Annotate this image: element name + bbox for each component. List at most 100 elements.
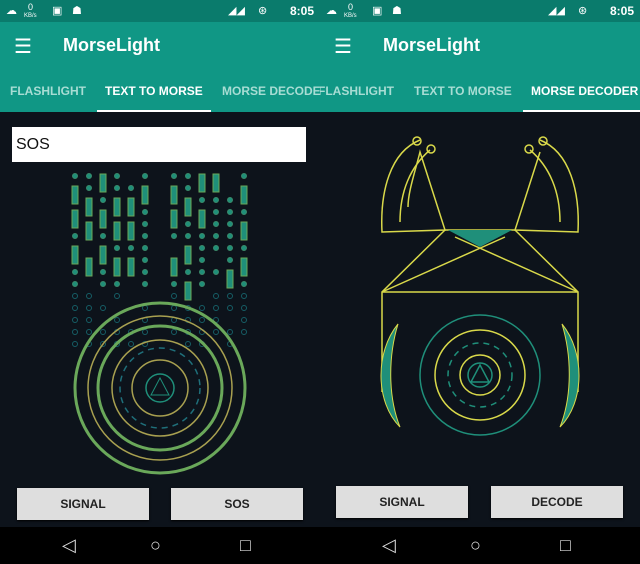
morse-dot bbox=[199, 317, 205, 323]
morse-dot bbox=[114, 185, 120, 191]
morse-dot bbox=[227, 293, 233, 299]
morse-dot bbox=[100, 233, 106, 239]
tab-morse-decoder[interactable]: MORSE DECODER bbox=[222, 84, 320, 98]
app-title: MorseLight bbox=[383, 35, 480, 55]
morse-dot bbox=[213, 221, 219, 227]
hamburger-icon[interactable]: ☰ bbox=[14, 34, 32, 59]
morse-dash bbox=[170, 185, 178, 205]
morse-dot bbox=[241, 293, 247, 299]
ring bbox=[131, 359, 189, 417]
morse-dash bbox=[85, 197, 93, 217]
morse-animation bbox=[71, 173, 248, 475]
morse-dash bbox=[113, 197, 121, 217]
morse-dot bbox=[86, 317, 92, 323]
morse-dash bbox=[85, 221, 93, 241]
morse-dash bbox=[184, 281, 192, 301]
screen-morse-decoder: ☁ 0 KB/s ▣ ☗ ◢◢ ⊛ 8:05 ☰ MorseLight FLAS… bbox=[320, 0, 640, 564]
ring bbox=[111, 339, 209, 437]
status-bar: ☁ 0 KB/s ▣ ☗ ◢◢ ⊛ 8:05 bbox=[320, 0, 640, 22]
morse-dash bbox=[113, 221, 121, 241]
decoder-animation bbox=[380, 136, 580, 436]
speed-indicator: 0 bbox=[28, 2, 34, 12]
text-input[interactable] bbox=[12, 127, 306, 162]
morse-dash bbox=[141, 185, 149, 205]
morse-dot bbox=[142, 305, 148, 311]
left-arm bbox=[381, 139, 447, 233]
morse-dash bbox=[85, 257, 93, 277]
signal-button[interactable]: SIGNAL bbox=[17, 488, 149, 520]
morse-dash bbox=[113, 257, 121, 277]
right-arm bbox=[513, 139, 579, 233]
morse-dot bbox=[114, 245, 120, 251]
morse-dot bbox=[199, 281, 205, 287]
morse-dot bbox=[241, 245, 247, 251]
battery-icon: ⊛ bbox=[258, 5, 268, 17]
morse-dot bbox=[142, 257, 148, 263]
hamburger-icon[interactable]: ☰ bbox=[334, 34, 352, 59]
morse-dash bbox=[198, 173, 206, 193]
morse-dot bbox=[171, 329, 177, 335]
app-bar: ☰ MorseLight bbox=[320, 22, 640, 70]
clock: 8:05 bbox=[289, 4, 314, 18]
morse-dot bbox=[213, 293, 219, 299]
morse-dot bbox=[241, 209, 247, 215]
morse-dot bbox=[142, 245, 148, 251]
morse-dash bbox=[240, 185, 248, 205]
nav-bar: ◁ ○ □ bbox=[0, 527, 320, 564]
morse-dash bbox=[226, 269, 234, 289]
cross-lines bbox=[381, 229, 579, 392]
signal-icon: ◢◢ bbox=[228, 5, 245, 17]
morse-dot bbox=[100, 197, 106, 203]
tab-bar: FLASHLIGHT TEXT TO MORSE MORSE DECODER bbox=[320, 70, 640, 112]
cat-icon: ☗ bbox=[392, 5, 402, 17]
back-icon[interactable]: ◁ bbox=[62, 535, 76, 556]
morse-dot bbox=[227, 233, 233, 239]
image-icon: ▣ bbox=[52, 5, 63, 17]
morse-dot bbox=[100, 305, 106, 311]
morse-dot bbox=[86, 305, 92, 311]
morse-dash bbox=[71, 245, 79, 265]
morse-dot bbox=[142, 269, 148, 275]
morse-dot bbox=[227, 305, 233, 311]
cloud-icon: ☁ bbox=[326, 5, 337, 17]
morse-dot bbox=[171, 281, 177, 287]
app-bar: ☰ MorseLight bbox=[0, 22, 320, 70]
tab-text-to-morse[interactable]: TEXT TO MORSE bbox=[414, 84, 512, 98]
morse-dot bbox=[185, 221, 191, 227]
morse-dot bbox=[114, 293, 120, 299]
home-icon[interactable]: ○ bbox=[150, 535, 161, 556]
decode-button[interactable]: DECODE bbox=[491, 486, 623, 518]
morse-dash bbox=[212, 173, 220, 193]
tab-morse-decoder[interactable]: MORSE DECODER bbox=[522, 84, 640, 112]
morse-dot bbox=[241, 305, 247, 311]
morse-dot bbox=[114, 173, 120, 179]
morse-dot bbox=[213, 197, 219, 203]
morse-dot bbox=[128, 341, 134, 347]
left-crescent bbox=[380, 323, 401, 428]
morse-dash bbox=[127, 197, 135, 217]
morse-dot bbox=[185, 269, 191, 275]
morse-dash bbox=[184, 197, 192, 217]
morse-dash bbox=[240, 257, 248, 277]
morse-dot bbox=[227, 257, 233, 263]
speed-indicator: 0 bbox=[348, 2, 354, 12]
morse-dot bbox=[213, 233, 219, 239]
signal-button[interactable]: SIGNAL bbox=[336, 486, 468, 518]
back-icon[interactable]: ◁ bbox=[382, 535, 396, 556]
image-icon: ▣ bbox=[372, 5, 383, 17]
morse-dot bbox=[213, 245, 219, 251]
morse-dot bbox=[213, 209, 219, 215]
status-bar: ☁ 0 KB/s ▣ ☗ ◢◢ ⊛ 8:05 bbox=[0, 0, 320, 22]
home-icon[interactable]: ○ bbox=[470, 535, 481, 556]
tab-flashlight[interactable]: FLASHLIGHT bbox=[10, 84, 86, 98]
morse-dash bbox=[99, 209, 107, 229]
tab-text-to-morse[interactable]: TEXT TO MORSE bbox=[97, 84, 211, 112]
right-arm-inner bbox=[529, 149, 561, 223]
sos-button[interactable]: SOS bbox=[171, 488, 303, 520]
right-crescent bbox=[559, 323, 580, 428]
tab-flashlight[interactable]: FLASHLIGHT bbox=[320, 84, 394, 98]
recents-icon[interactable]: □ bbox=[240, 535, 251, 556]
recents-icon[interactable]: □ bbox=[560, 535, 571, 556]
morse-dot bbox=[199, 197, 205, 203]
morse-dot bbox=[86, 329, 92, 335]
